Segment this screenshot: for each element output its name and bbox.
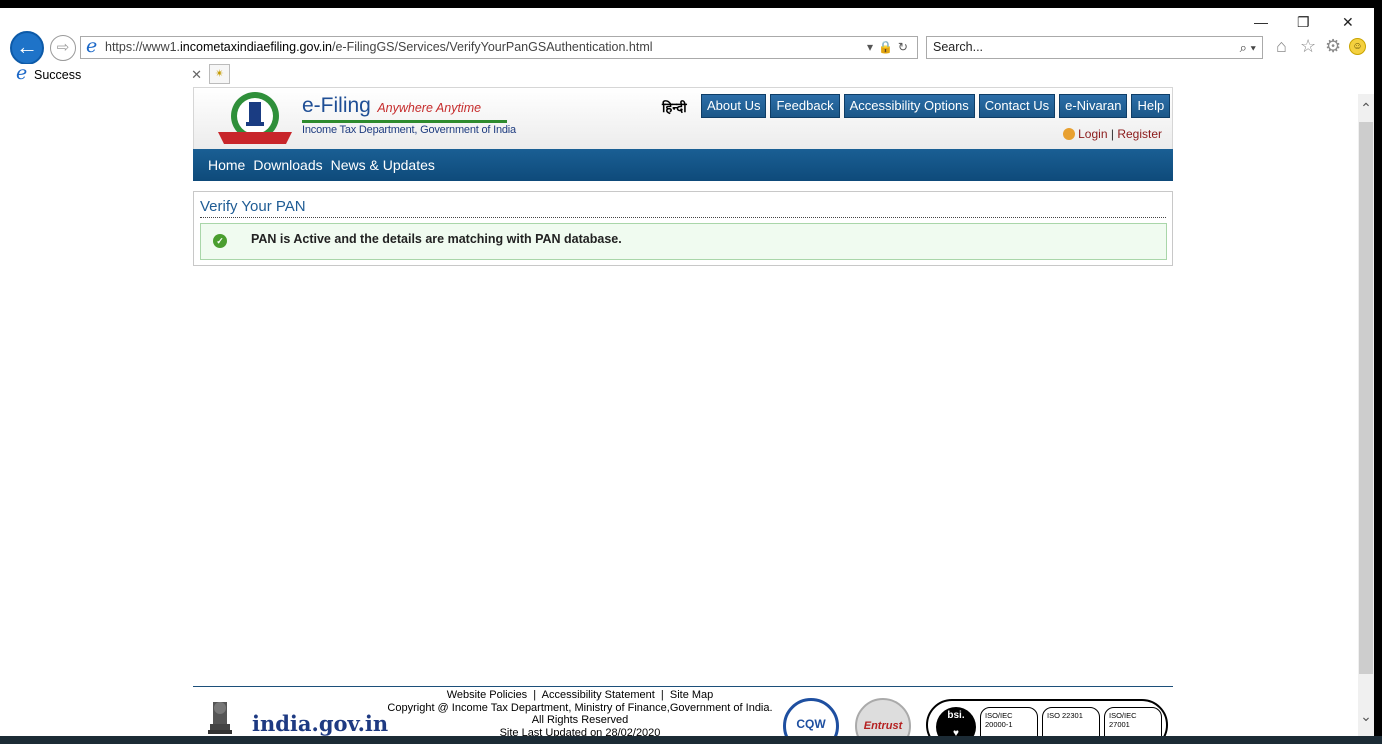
back-icon[interactable]: ← <box>10 31 44 65</box>
browser-window: — ❐ ✕ ← ⇨ e https://www1.incometaxindiae… <box>0 8 1374 744</box>
divider <box>200 217 1166 218</box>
e-nivaran-button[interactable]: e-Nivaran <box>1059 94 1128 118</box>
department-name: Income Tax Department, Government of Ind… <box>302 124 516 136</box>
nav-news-updates[interactable]: News & Updates <box>331 157 435 173</box>
check-icon: ✓ <box>213 234 227 248</box>
close-window-icon[interactable]: ✕ <box>1342 14 1354 31</box>
website-policies-link[interactable]: Website Policies <box>447 689 528 701</box>
login-link[interactable]: Login <box>1078 127 1107 141</box>
vertical-scrollbar[interactable]: ⌃ ⌄ <box>1358 94 1374 744</box>
minimize-icon[interactable]: — <box>1254 14 1268 30</box>
hindi-link[interactable]: हिन्दी <box>662 98 687 116</box>
search-icon[interactable]: ⌕ ▾ <box>1240 37 1256 58</box>
tab-success[interactable]: e Success ✕ <box>8 62 206 88</box>
restore-icon[interactable]: ❐ <box>1297 14 1310 31</box>
help-button[interactable]: Help <box>1131 94 1171 118</box>
favorites-icon[interactable]: ☆ <box>1300 36 1316 57</box>
ie-tab-icon: e <box>16 62 28 84</box>
brand: e-Filing Anywhere Anytime Income Tax Dep… <box>302 94 516 136</box>
scroll-down-icon[interactable]: ⌄ <box>1358 708 1374 725</box>
copyright: Copyright @ Income Tax Department, Minis… <box>387 701 773 714</box>
verify-pan-panel: Verify Your PAN ✓ PAN is Active and the … <box>193 191 1173 266</box>
ie-logo-icon: e <box>86 36 98 57</box>
rights: All Rights Reserved <box>531 714 629 726</box>
site-map-link[interactable]: Site Map <box>670 689 713 701</box>
success-message-text: PAN is Active and the details are matchi… <box>251 232 622 246</box>
feedback-button[interactable]: Feedback <box>770 94 840 118</box>
about-us-button[interactable]: About Us <box>701 94 767 118</box>
scroll-thumb[interactable] <box>1359 122 1373 674</box>
address-tools[interactable]: ▾🔒↻ <box>867 37 913 58</box>
home-icon[interactable]: ⌂ <box>1276 36 1287 57</box>
contact-us-button[interactable]: Contact Us <box>978 94 1056 118</box>
new-tab-button[interactable]: ✴ <box>209 64 230 84</box>
accessibility-statement-link[interactable]: Accessibility Statement <box>542 689 655 701</box>
smiley-icon[interactable]: ☺ <box>1349 38 1366 55</box>
scroll-up-icon[interactable]: ⌃ <box>1358 100 1374 117</box>
success-message: ✓ PAN is Active and the details are matc… <box>200 223 1167 260</box>
taskbar <box>0 736 1382 744</box>
accessibility-options-button[interactable]: Accessibility Options <box>843 94 975 118</box>
address-bar[interactable]: e https://www1.incometaxindiaefiling.gov… <box>80 36 918 59</box>
nav-downloads[interactable]: Downloads <box>253 157 322 173</box>
brand-underline <box>302 120 507 123</box>
top-nav: About Us Feedback Accessibility Options … <box>701 94 1171 118</box>
register-link[interactable]: Register <box>1117 127 1162 141</box>
close-tab-icon[interactable]: ✕ <box>191 64 202 86</box>
site-header: e-Filing Anywhere Anytime Income Tax Dep… <box>193 87 1173 149</box>
panel-title: Verify Your PAN <box>200 198 306 215</box>
footer-links: Website Policies | Accessibility Stateme… <box>380 689 780 739</box>
india-gov-link[interactable]: india.gov.in <box>252 711 388 736</box>
efiling-logo-text: e-Filing <box>302 94 371 117</box>
forward-icon[interactable]: ⇨ <box>50 35 76 61</box>
footer-divider <box>193 686 1173 687</box>
nav-home[interactable]: Home <box>208 157 245 173</box>
login-register: Login | Register <box>1063 127 1162 141</box>
income-tax-emblem-icon <box>218 92 292 144</box>
main-nav: Home Downloads News & Updates <box>193 149 1173 181</box>
tagline: Anywhere Anytime <box>377 101 482 115</box>
settings-icon[interactable]: ⚙ <box>1325 36 1341 57</box>
search-input[interactable]: Search... ⌕ ▾ <box>926 36 1263 59</box>
user-icon <box>1063 128 1076 140</box>
